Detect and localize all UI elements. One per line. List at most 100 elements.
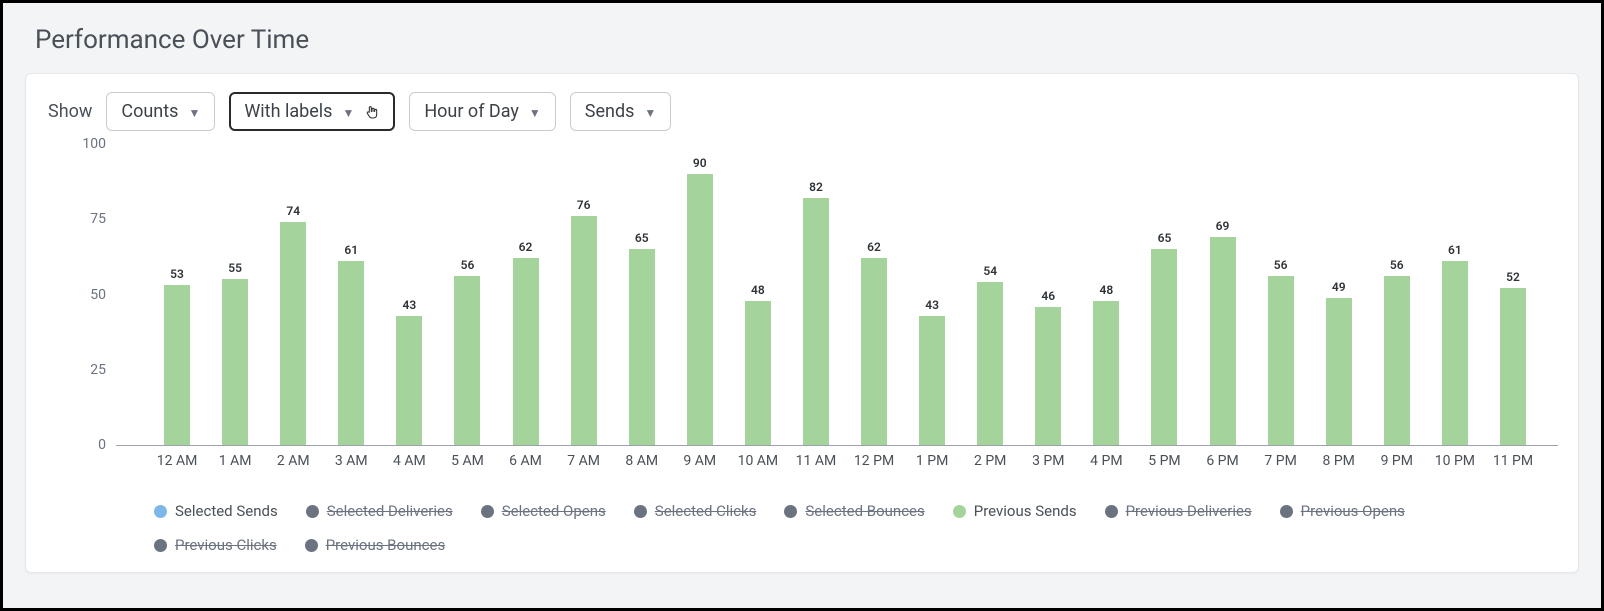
chart-bar[interactable]: 56 xyxy=(454,276,480,445)
chart-bar[interactable]: 54 xyxy=(977,282,1003,445)
chart-bar[interactable]: 52 xyxy=(1500,288,1526,445)
chart-card: Show Counts ▼ With labels ▼ Hour of Day … xyxy=(25,73,1579,573)
bar-value-label: 49 xyxy=(1332,280,1346,294)
chart-bar[interactable]: 61 xyxy=(1442,261,1468,445)
chevron-down-icon: ▼ xyxy=(342,106,354,120)
legend-selected-sends[interactable]: Selected Sends xyxy=(154,502,278,520)
bar-value-label: 69 xyxy=(1216,219,1230,233)
bar-value-label: 56 xyxy=(461,258,475,272)
chart-bar[interactable]: 61 xyxy=(338,261,364,445)
legend-label: Selected Bounces xyxy=(805,502,924,520)
circle-icon xyxy=(1280,505,1293,518)
y-tick-label: 75 xyxy=(90,211,116,227)
legend-previous-bounces[interactable]: Previous Bounces xyxy=(305,536,445,554)
legend-previous-opens[interactable]: Previous Opens xyxy=(1280,502,1405,520)
chart-bar[interactable]: 53 xyxy=(164,285,190,445)
chart-bar[interactable]: 46 xyxy=(1035,307,1061,445)
chart-bar[interactable]: 48 xyxy=(1093,301,1119,445)
bar-value-label: 53 xyxy=(170,267,184,281)
chart-legend: Selected Sends Selected Deliveries Selec… xyxy=(154,502,1548,554)
y-tick-label: 0 xyxy=(98,437,116,453)
x-tick-label: 12 PM xyxy=(854,453,894,469)
x-tick-label: 7 AM xyxy=(567,453,600,469)
circle-icon xyxy=(634,505,647,518)
legend-label: Previous Bounces xyxy=(326,536,445,554)
x-tick-label: 5 PM xyxy=(1148,453,1180,469)
x-tick-label: 11 PM xyxy=(1493,453,1533,469)
circle-icon xyxy=(154,505,167,518)
chart-bar[interactable]: 65 xyxy=(1151,249,1177,445)
y-tick-label: 25 xyxy=(90,362,116,378)
legend-label: Previous Clicks xyxy=(175,536,277,554)
bar-value-label: 74 xyxy=(286,204,300,218)
bar-value-label: 48 xyxy=(1100,283,1114,297)
cursor-hand-icon xyxy=(364,104,380,120)
chart-area: 02550751005312 AM551 AM742 AM613 AM434 A… xyxy=(66,132,1558,476)
legend-label: Previous Sends xyxy=(974,502,1077,520)
bar-value-label: 90 xyxy=(693,156,707,170)
legend-previous-sends[interactable]: Previous Sends xyxy=(953,502,1077,520)
chart-bar[interactable]: 43 xyxy=(396,316,422,445)
bar-value-label: 82 xyxy=(809,180,823,194)
show-label: Show xyxy=(48,101,92,122)
bar-value-label: 54 xyxy=(983,264,997,278)
x-tick-label: 11 AM xyxy=(796,453,837,469)
circle-icon xyxy=(953,505,966,518)
chart-bar[interactable]: 56 xyxy=(1268,276,1294,445)
bar-value-label: 43 xyxy=(925,298,939,312)
bar-value-label: 46 xyxy=(1041,289,1055,303)
bar-value-label: 65 xyxy=(635,231,649,245)
bar-value-label: 61 xyxy=(1448,243,1462,257)
legend-selected-opens[interactable]: Selected Opens xyxy=(481,502,606,520)
legend-previous-deliveries[interactable]: Previous Deliveries xyxy=(1105,502,1252,520)
chart-plot: 02550751005312 AM551 AM742 AM613 AM434 A… xyxy=(116,144,1558,446)
chart-bar[interactable]: 69 xyxy=(1210,237,1236,445)
x-tick-label: 10 PM xyxy=(1435,453,1475,469)
legend-selected-deliveries[interactable]: Selected Deliveries xyxy=(306,502,453,520)
x-tick-label: 6 PM xyxy=(1206,453,1238,469)
legend-label: Selected Deliveries xyxy=(327,502,453,520)
chart-bar[interactable]: 90 xyxy=(687,174,713,445)
x-tick-label: 4 AM xyxy=(393,453,426,469)
circle-icon xyxy=(154,539,167,552)
chart-bar[interactable]: 82 xyxy=(803,198,829,445)
chevron-down-icon: ▼ xyxy=(529,106,541,120)
chart-bar[interactable]: 49 xyxy=(1326,298,1352,445)
x-tick-label: 8 PM xyxy=(1323,453,1355,469)
chart-bar[interactable]: 55 xyxy=(222,279,248,445)
bar-value-label: 61 xyxy=(344,243,358,257)
x-tick-label: 2 AM xyxy=(277,453,310,469)
legend-label: Selected Sends xyxy=(175,502,278,520)
chart-bar[interactable]: 74 xyxy=(280,222,306,445)
chart-bar[interactable]: 65 xyxy=(629,249,655,445)
x-tick-label: 4 PM xyxy=(1090,453,1122,469)
bar-value-label: 55 xyxy=(228,261,242,275)
x-tick-label: 3 AM xyxy=(335,453,368,469)
legend-selected-bounces[interactable]: Selected Bounces xyxy=(784,502,924,520)
bar-value-label: 62 xyxy=(519,240,533,254)
bar-value-label: 43 xyxy=(403,298,417,312)
hour-of-day-dropdown[interactable]: Hour of Day ▼ xyxy=(409,92,555,131)
counts-dropdown[interactable]: Counts ▼ xyxy=(106,92,215,131)
chart-bar[interactable]: 76 xyxy=(571,216,597,445)
chevron-down-icon: ▼ xyxy=(188,106,200,120)
chart-bar[interactable]: 48 xyxy=(745,301,771,445)
chart-bar[interactable]: 62 xyxy=(861,258,887,445)
x-tick-label: 7 PM xyxy=(1264,453,1296,469)
chart-bar[interactable]: 43 xyxy=(919,316,945,445)
x-tick-label: 10 AM xyxy=(738,453,779,469)
circle-icon xyxy=(481,505,494,518)
x-tick-label: 6 AM xyxy=(509,453,542,469)
bar-value-label: 56 xyxy=(1390,258,1404,272)
circle-icon xyxy=(305,539,318,552)
bar-value-label: 76 xyxy=(577,198,591,212)
x-tick-label: 1 PM xyxy=(916,453,948,469)
legend-previous-clicks[interactable]: Previous Clicks xyxy=(154,536,277,554)
chart-bar[interactable]: 56 xyxy=(1384,276,1410,445)
hour-of-day-dropdown-label: Hour of Day xyxy=(424,101,519,122)
with-labels-dropdown[interactable]: With labels ▼ xyxy=(229,92,395,131)
bar-value-label: 62 xyxy=(867,240,881,254)
chart-bar[interactable]: 62 xyxy=(513,258,539,445)
legend-selected-clicks[interactable]: Selected Clicks xyxy=(634,502,757,520)
sends-dropdown[interactable]: Sends ▼ xyxy=(570,92,672,131)
